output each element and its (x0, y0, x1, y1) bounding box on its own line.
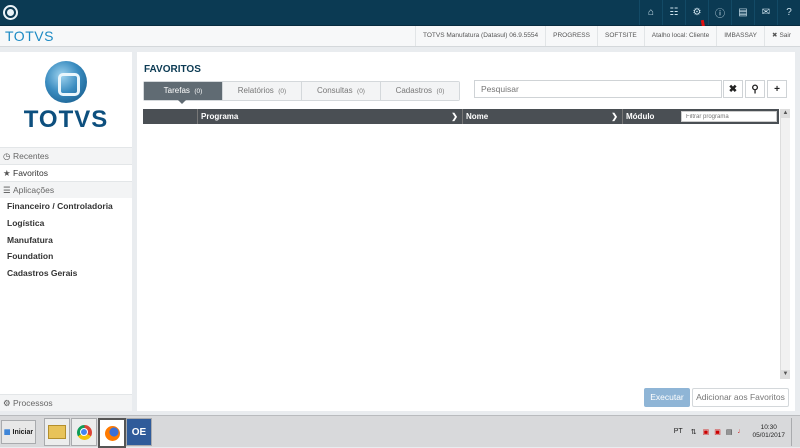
clock-time: 10:30 (760, 423, 777, 431)
logo-word: TOTVS (23, 106, 109, 133)
firefox-icon[interactable] (98, 418, 126, 448)
sidebar-app-item[interactable]: Foundation (7, 251, 53, 261)
list-icon: ☰ (3, 185, 11, 195)
battery-icon[interactable]: ▤ (726, 428, 733, 436)
system-tray: PT ⇅ ▣ ▣ ▤ ♩ 10:30 05/01/2017 (674, 416, 800, 447)
chevron-down-icon[interactable]: ❯ (611, 109, 618, 124)
tab-tarefas[interactable]: Tarefas (0) (144, 82, 222, 104)
column-programa[interactable]: Programa ❯ (197, 109, 462, 124)
product-version: TOTVS Manufatura (Datasul) 06.9.5554 (415, 26, 545, 46)
page-title: FAVORITOS (144, 64, 201, 75)
logout-button[interactable]: ✖ Sair (763, 26, 798, 46)
tab-cadastros[interactable]: Cadastros (0) (380, 82, 459, 100)
execute-button[interactable]: Executar (644, 388, 690, 407)
add-button[interactable]: + (767, 80, 787, 98)
clock-icon: ◷ (3, 151, 11, 161)
sidebar: TOTVS ◷ Recentes ★ Favoritos ☰ Aplicações F… (0, 52, 132, 411)
select-column (143, 109, 197, 124)
table-header: Programa ❯ Nome ❯ Módulo (143, 109, 779, 124)
openedge-icon[interactable]: OE (126, 418, 152, 446)
search-input[interactable] (474, 80, 722, 98)
language-indicator[interactable]: PT (674, 428, 683, 435)
plus-icon: + (774, 83, 780, 95)
add-to-favorites-button[interactable]: Adicionar aos Favoritos (692, 388, 789, 407)
sidebar-logo: TOTVS (0, 52, 132, 144)
help-icon[interactable]: ? (777, 0, 800, 25)
chevron-down-icon[interactable]: ❯ (451, 109, 458, 124)
brand-title: TOTVS (5, 28, 54, 44)
favorites-tabs: Tarefas (0) Relatórios (0) Consultas (0)… (143, 81, 460, 104)
clock[interactable]: 10:30 05/01/2017 (752, 424, 785, 440)
search-icon: ⚲ (751, 83, 759, 95)
document-icon[interactable]: ▤ (731, 0, 754, 25)
windows-icon: ▦ (3, 429, 11, 436)
tray-arrow-icon[interactable]: ⇅ (691, 428, 697, 436)
sidebar-item-favoritos[interactable]: ★ Favoritos (0, 164, 132, 181)
chrome-icon[interactable] (71, 418, 97, 446)
shortcut-label[interactable]: Atalho local: Cliente (643, 26, 716, 46)
column-nome[interactable]: Nome ❯ (462, 109, 622, 124)
sidebar-item-recentes[interactable]: ◷ Recentes (0, 147, 132, 164)
sidebar-app-item[interactable]: Manufatura (7, 235, 53, 245)
user-label: IMBASSAY (716, 26, 764, 46)
mail-icon[interactable]: ✉ (754, 0, 777, 25)
close-icon: ✖ (728, 83, 738, 95)
top-bar: ⌂ ☷ ⚙ ⓘ ▤ ✉ ? (0, 0, 800, 26)
os-taskbar: ▦ Iniciar OE PT ⇅ ▣ ▣ ▤ ♩ 10:30 05/01/201… (0, 415, 800, 448)
file-explorer-icon[interactable] (44, 418, 70, 446)
start-button[interactable]: ▦ Iniciar (1, 420, 36, 444)
top-toolbar: ⌂ ☷ ⚙ ⓘ ▤ ✉ ? (639, 0, 800, 25)
gear-icon: ⚙ (3, 398, 11, 408)
filter-programa-input[interactable] (681, 111, 777, 122)
sidebar-item-processos[interactable]: ⚙ Processos (0, 394, 132, 411)
favorites-panel: FAVORITOS Tarefas (0) Relatórios (0) Con… (137, 52, 795, 411)
volume-icon[interactable]: ♩ (737, 428, 744, 435)
scroll-up-icon[interactable]: ▲ (781, 109, 790, 118)
tab-consultas[interactable]: Consultas (0) (301, 82, 380, 100)
security-icon[interactable]: ▣ (714, 428, 721, 436)
favorites-table-body (143, 124, 779, 364)
company-label: SOFTSITE (596, 26, 644, 46)
info-icon[interactable]: ⓘ (708, 0, 731, 25)
home-icon[interactable]: ⌂ (639, 0, 662, 25)
sidebar-app-item[interactable]: Cadastros Gerais (7, 268, 77, 278)
sidebar-app-item[interactable]: Logística (7, 218, 44, 228)
show-desktop-button[interactable] (791, 417, 800, 446)
clear-search-button[interactable]: ✖ (723, 80, 743, 98)
tab-relatorios[interactable]: Relatórios (0) (222, 82, 301, 100)
sidebar-item-aplicacoes[interactable]: ☰ Aplicações (0, 181, 132, 198)
environment-label: PROGRESS (545, 26, 597, 46)
totvs-globe-icon (45, 61, 87, 103)
sidebar-app-item[interactable]: Financeiro / Controladoria (7, 201, 113, 211)
brand-bar: TOTVS TOTVS Manufatura (Datasul) 06.9.55… (0, 26, 800, 47)
gear-icon[interactable]: ⚙ (685, 0, 708, 25)
clock-date: 05/01/2017 (752, 431, 785, 439)
star-icon: ★ (3, 168, 11, 178)
session-info: TOTVS Manufatura (Datasul) 06.9.5554 PRO… (415, 26, 798, 46)
sitemap-icon[interactable]: ☷ (662, 0, 685, 25)
vertical-scrollbar[interactable]: ▲ ▼ (780, 109, 790, 379)
totvs-logo-icon[interactable] (3, 5, 18, 20)
scroll-down-icon[interactable]: ▼ (781, 370, 790, 379)
network-icon[interactable]: ▣ (703, 428, 710, 436)
search-button[interactable]: ⚲ (745, 80, 765, 98)
